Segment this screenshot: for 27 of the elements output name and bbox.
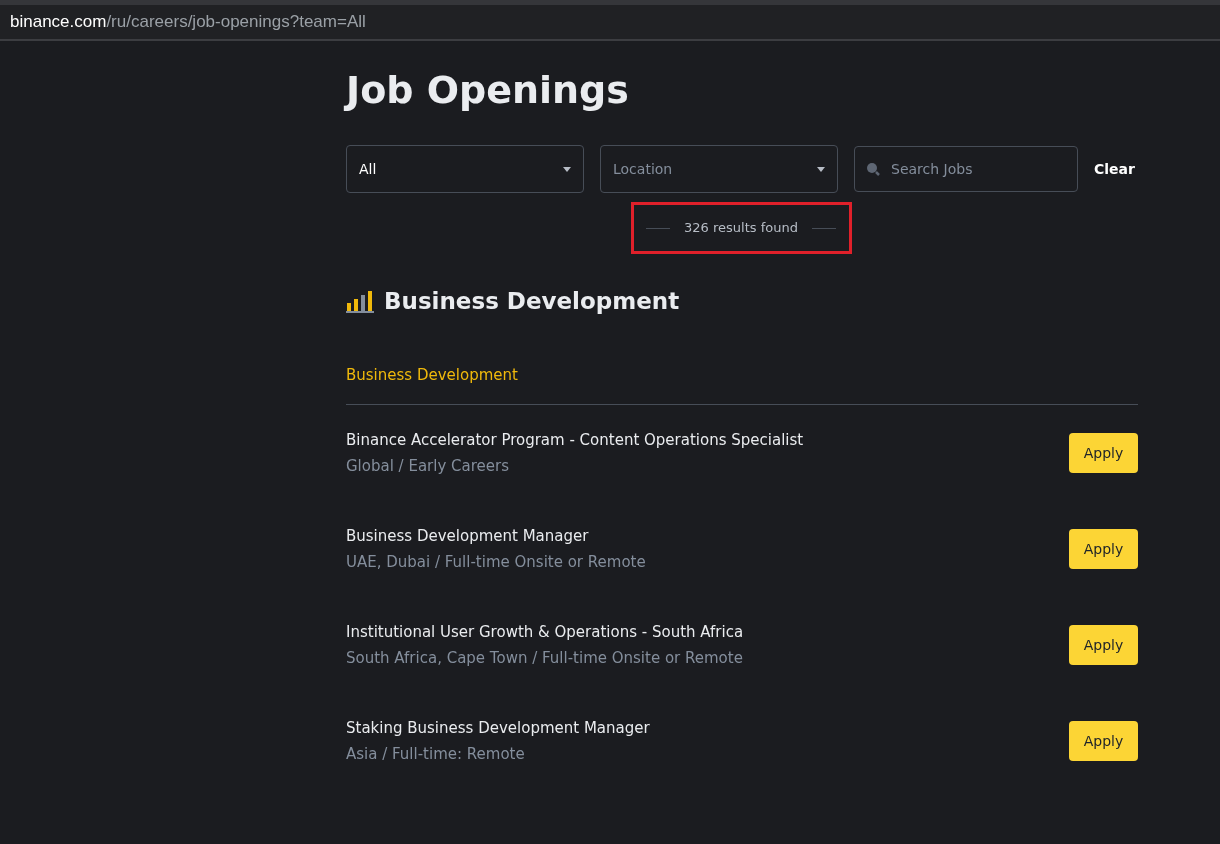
- caret-icon: [817, 166, 825, 172]
- address-bar[interactable]: binance.com/ru/careers/job-openings?team=All: [0, 5, 1220, 41]
- search-field[interactable]: Search Jobs: [854, 146, 1078, 192]
- bar-chart-icon: [346, 289, 374, 314]
- section-heading: Business Development: [384, 287, 680, 316]
- results-count: 326 results found: [684, 219, 798, 238]
- url-domain: binance.com: [10, 11, 107, 34]
- caret-icon: [563, 166, 571, 172]
- apply-button[interactable]: Apply: [1069, 529, 1138, 569]
- job-details: UAE, Dubai / Full-time Onsite or Remote: [346, 552, 646, 573]
- job-details: Global / Early Careers: [346, 456, 511, 477]
- location-dropdown[interactable]: Location: [600, 145, 838, 193]
- job-title-link[interactable]: Institutional User Growth & Operations - South Africa: [346, 620, 744, 643]
- page-title: Job Openings: [346, 67, 629, 114]
- apply-button[interactable]: Apply: [1069, 721, 1138, 761]
- job-title-link[interactable]: Business Development Manager: [346, 524, 646, 547]
- job-title-link[interactable]: Staking Business Development Manager: [346, 716, 650, 739]
- clear-button[interactable]: Clear: [1094, 158, 1135, 180]
- search-icon: [866, 162, 880, 176]
- job-details: Asia / Full-time: Remote: [346, 744, 526, 765]
- apply-button[interactable]: Apply: [1069, 433, 1138, 473]
- job-title-link[interactable]: Binance Accelerator Program - Content Operations Specialist: [346, 428, 804, 451]
- category-label: Business Development: [346, 364, 518, 386]
- url-path: /ru/careers/job-openings?team=All: [106, 11, 366, 34]
- team-dropdown[interactable]: All: [346, 145, 584, 193]
- job-details: South Africa, Cape Town / Full-time Onsite or Remote: [346, 648, 744, 669]
- apply-button[interactable]: Apply: [1069, 625, 1138, 665]
